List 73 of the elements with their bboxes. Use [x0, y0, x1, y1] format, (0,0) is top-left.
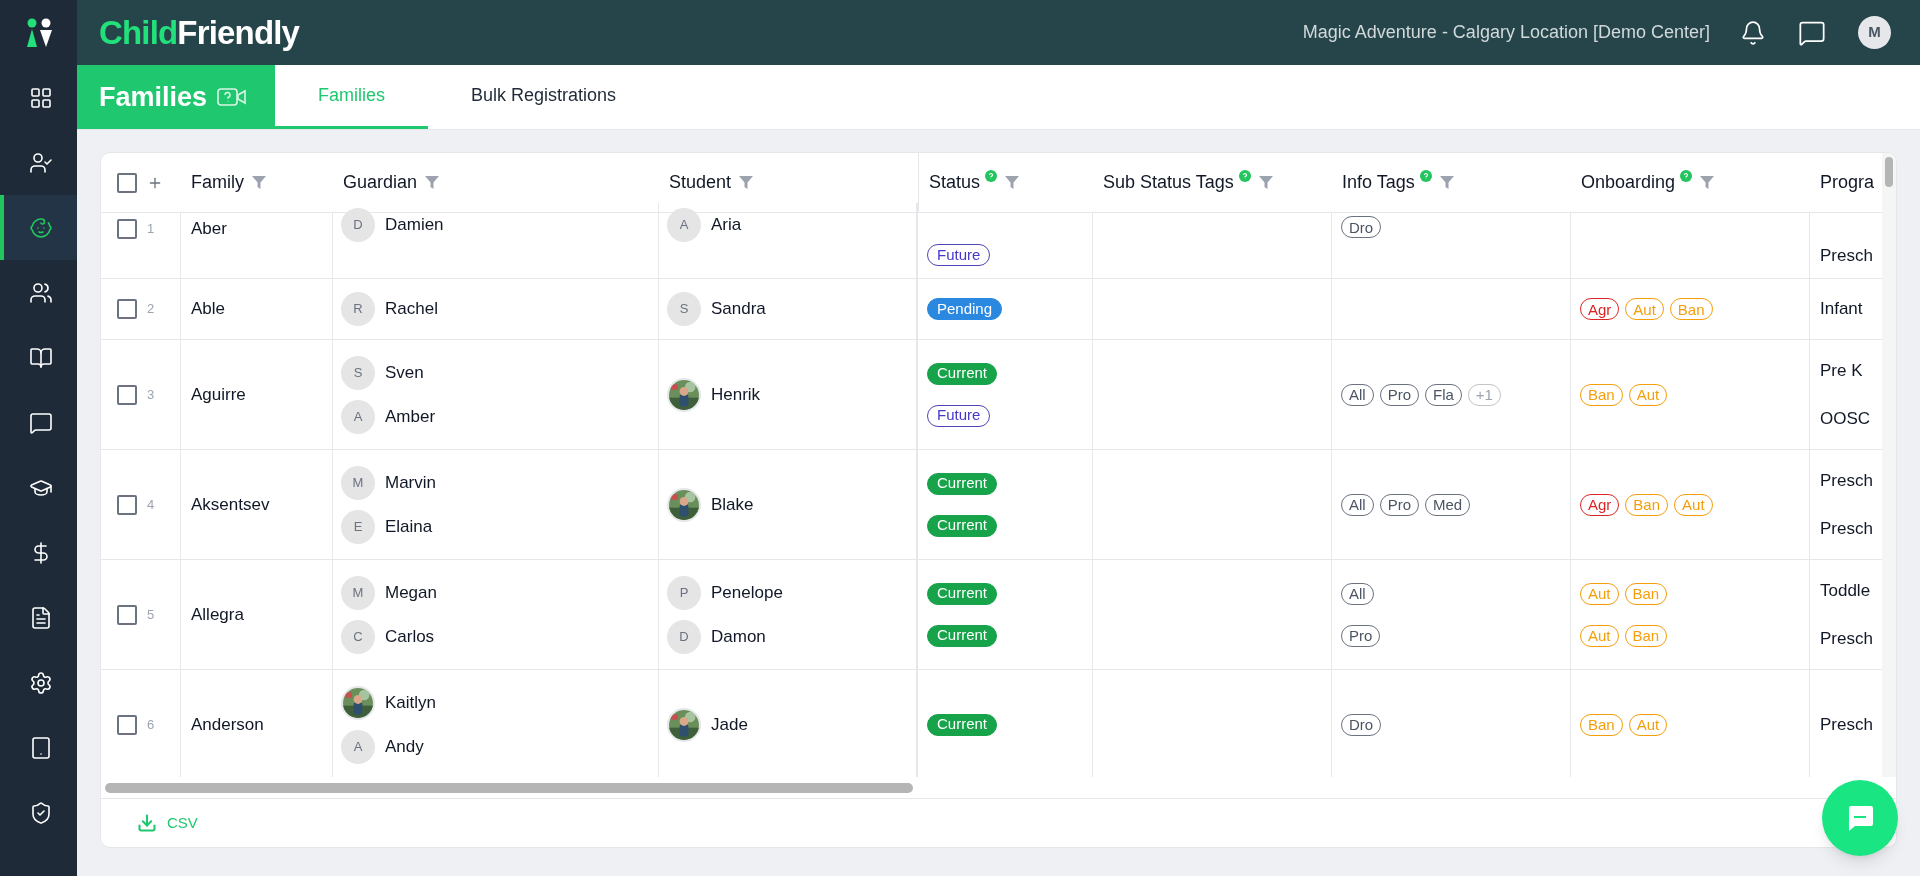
avatar-initial: M	[341, 465, 375, 500]
program-name[interactable]: Infant	[1820, 296, 1880, 322]
column-header[interactable]: Onboarding	[1581, 169, 1676, 196]
person-name[interactable]: Jade	[711, 711, 748, 738]
row-number: 3	[147, 385, 155, 404]
row-number: 4	[147, 495, 155, 514]
logo-text: ChildFriendly	[99, 13, 300, 51]
avatar-initial: A	[341, 729, 375, 764]
row-number: 2	[147, 300, 155, 319]
avatar-initial: P	[667, 575, 701, 610]
avatar-initial: D	[341, 208, 375, 242]
location-name[interactable]: Magic Adventure - Calgary Location [Demo Center]	[1302, 19, 1710, 46]
person-name[interactable]: Kaitlyn	[385, 689, 437, 716]
person-name[interactable]: Rachel	[385, 296, 438, 322]
program-name[interactable]: Pre K	[1820, 358, 1880, 384]
avatar-initial: D	[667, 619, 701, 654]
person-name[interactable]: Penelope	[711, 579, 783, 606]
family-name[interactable]: Aguirre	[191, 381, 246, 408]
status-badge: Future	[927, 244, 991, 266]
column-header[interactable]: Info Tags	[1342, 169, 1415, 196]
person-name[interactable]: Elaina	[385, 513, 433, 540]
status-badge: Current	[927, 472, 998, 495]
avatar-initial: R	[341, 292, 375, 326]
program-name[interactable]: Presch	[1820, 242, 1880, 268]
program-name[interactable]: Presch	[1820, 515, 1880, 541]
column-header[interactable]: Sub Status Tags	[1103, 169, 1234, 196]
person-name[interactable]: Sandra	[711, 296, 766, 322]
family-name[interactable]: Aksentsev	[191, 491, 270, 518]
avatar-initial: S	[341, 355, 375, 390]
person-name[interactable]: Aria	[711, 212, 742, 238]
status-badge: Current	[927, 582, 998, 605]
person-name[interactable]: Sven	[385, 359, 424, 386]
status-badge: Current	[927, 362, 998, 385]
avatar-initial: E	[341, 509, 375, 544]
status-badge: Future	[927, 404, 991, 427]
program-name[interactable]: Presch	[1820, 711, 1880, 738]
person-name[interactable]: Andy	[385, 733, 424, 760]
person-name[interactable]: Damien	[385, 212, 444, 238]
column-header[interactable]: Student	[669, 169, 732, 196]
row-number: 6	[147, 715, 155, 734]
page-title: Families	[99, 80, 208, 114]
row-number: 1	[147, 220, 155, 238]
avatar-initial: C	[341, 619, 375, 654]
column-header[interactable]: Status	[929, 169, 981, 196]
program-name[interactable]: Presch	[1820, 625, 1880, 651]
status-badge: Current	[927, 624, 998, 647]
family-name[interactable]: Anderson	[191, 711, 264, 738]
person-name[interactable]: Carlos	[385, 623, 435, 650]
avatar-initial: M	[341, 575, 375, 610]
user-avatar[interactable]: M	[1858, 16, 1891, 49]
person-name[interactable]: Blake	[711, 491, 754, 518]
tab[interactable]: Bulk Registrations	[428, 65, 660, 129]
status-badge: Current	[927, 514, 998, 537]
status-badge: Current	[927, 713, 998, 736]
avatar-initial: S	[667, 292, 701, 326]
row-number: 5	[147, 605, 155, 624]
program-name[interactable]: OOSC	[1820, 405, 1880, 431]
program-name[interactable]: Presch	[1820, 468, 1880, 494]
person-name[interactable]: Marvin	[385, 469, 436, 496]
person-name[interactable]: Megan	[385, 579, 437, 606]
person-name[interactable]: Amber	[385, 403, 436, 430]
column-header[interactable]: Family	[191, 169, 244, 196]
family-name[interactable]: Aber	[191, 216, 227, 242]
column-header[interactable]: Guardian	[343, 169, 418, 196]
family-name[interactable]: Allegra	[191, 601, 244, 628]
column-header[interactable]: Progra	[1820, 169, 1875, 196]
status-badge: Pending	[927, 298, 1003, 320]
program-name[interactable]: Toddle	[1820, 578, 1880, 604]
avatar-initial: A	[667, 208, 701, 242]
person-name[interactable]: Damon	[711, 623, 766, 650]
avatar-initial: A	[341, 399, 375, 434]
family-name[interactable]: Able	[191, 296, 226, 322]
person-name[interactable]: Henrik	[711, 381, 761, 408]
